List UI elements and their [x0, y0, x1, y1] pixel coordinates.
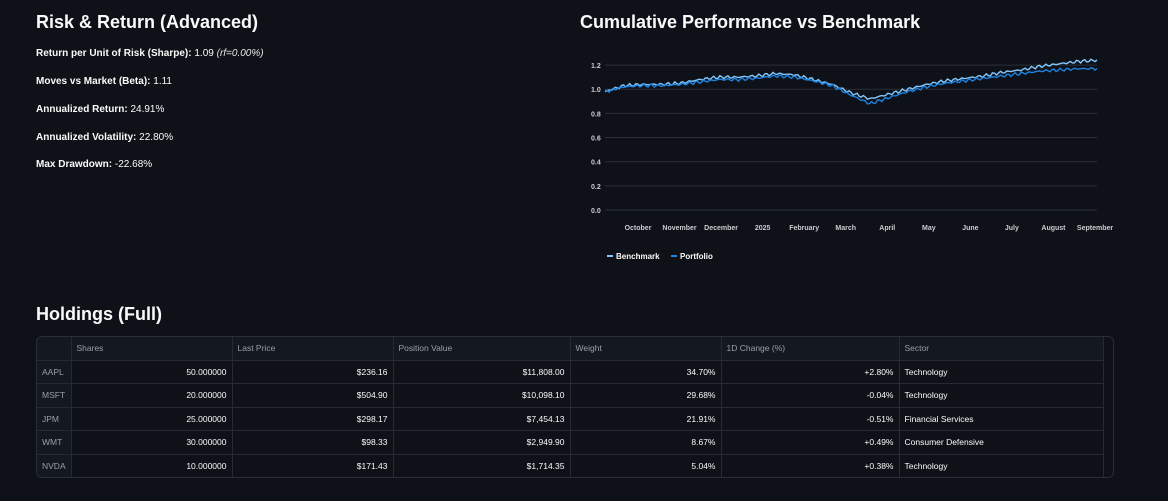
row-ticker: MSFT [37, 383, 72, 408]
table-cell: $7,454.13 [393, 407, 571, 431]
table-cell: +0.49% [721, 430, 900, 455]
x-tick-label: November [662, 225, 697, 232]
x-tick-label: March [835, 225, 856, 232]
table-cell: $298.17 [232, 407, 394, 431]
table-cell: $1,714.35 [393, 454, 571, 477]
sharpe-metric: Return per Unit of Risk (Sharpe): 1.09 (… [36, 48, 264, 59]
y-tick-label: 0.8 [591, 111, 601, 118]
table-cell: $2,949.90 [393, 430, 571, 455]
table-body: AAPL 50.000000 $236.16 $11,808.00 34.70% +2.8… [37, 360, 1104, 477]
column-header[interactable]: 1D Change (%) [721, 337, 900, 361]
table-cell: Technology [899, 454, 1104, 477]
annualized-volatility-label: Annualized Volatility: [36, 132, 137, 143]
x-tick-label: February [789, 225, 819, 232]
table-cell: 21.91% [570, 407, 722, 431]
x-tick-label: August [1041, 225, 1066, 232]
performance-chart[interactable]: 1.2 1.0 0.8 0.6 0.4 0.2 0.0 October November Dece… [575, 45, 1135, 270]
holdings-title: Holdings (Full) [36, 304, 162, 324]
table-cell: -0.51% [721, 407, 900, 431]
x-tick-label: July [1005, 225, 1019, 232]
table-row[interactable]: MSFT 20.000000 $504.90 $10,098.10 29.68% -0.0… [37, 383, 1104, 408]
column-header[interactable]: Weight [570, 337, 722, 361]
table-row[interactable]: NVDA 10.000000 $171.43 $1,714.35 5.04% +0.38%… [37, 454, 1104, 477]
table-cell: 34.70% [570, 360, 722, 384]
holdings-table: Shares Last Price Position Value Weight 1D C… [37, 337, 1104, 477]
table-cell: $11,808.00 [393, 360, 571, 384]
legend-label[interactable]: Portfolio [680, 252, 713, 261]
table-row[interactable]: AAPL 50.000000 $236.16 $11,808.00 34.70% +2.8… [37, 360, 1104, 384]
table-cell: $504.90 [232, 383, 394, 408]
x-tick-label: September [1077, 225, 1113, 232]
table-cell: 50.000000 [71, 360, 233, 384]
y-tick-label: 1.0 [591, 87, 601, 94]
row-ticker: NVDA [37, 454, 72, 477]
series-line-portfolio[interactable] [604, 67, 1098, 105]
table-cell: $236.16 [232, 360, 394, 384]
sharpe-note: (rf=0.00%) [216, 48, 264, 59]
row-ticker: WMT [37, 430, 72, 455]
y-tick-label: 1.2 [591, 63, 601, 70]
annualized-return-label: Annualized Return: [36, 104, 128, 115]
table-cell: 30.000000 [71, 430, 233, 455]
table-cell: 20.000000 [71, 383, 233, 408]
x-tick-label: 2025 [755, 225, 771, 232]
beta-label: Moves vs Market (Beta): [36, 76, 151, 87]
table-cell: $98.33 [232, 430, 394, 455]
beta-value: 1.11 [153, 76, 172, 87]
max-drawdown-value: -22.68% [114, 159, 153, 170]
sharpe-value: 1.09 [194, 48, 214, 59]
table-cell: 5.04% [570, 454, 722, 477]
table-cell: 25.000000 [71, 407, 233, 431]
x-tick-label: June [962, 225, 978, 232]
x-tick-label: April [879, 225, 895, 232]
table-cell: +2.80% [721, 360, 900, 384]
y-tick-label: 0.0 [591, 208, 601, 215]
y-tick-label: 0.2 [591, 184, 601, 191]
row-ticker: AAPL [37, 360, 72, 384]
table-header-row: Shares Last Price Position Value Weight 1D C… [37, 337, 1104, 361]
table-cell: Consumer Defensive [899, 430, 1104, 455]
column-header[interactable]: Sector [899, 337, 1104, 361]
table-cell: 29.68% [570, 383, 722, 408]
x-tick-label: October [625, 225, 652, 232]
column-header[interactable]: Position Value [393, 337, 571, 361]
y-tick-label: 0.4 [591, 160, 601, 167]
table-cell: Financial Services [899, 407, 1104, 431]
table-row[interactable]: JPM 25.000000 $298.17 $7,454.13 21.91% -0.51%… [37, 407, 1104, 431]
table-cell: Technology [899, 360, 1104, 384]
table-cell: $10,098.10 [393, 383, 571, 408]
holdings-table-container[interactable]: Shares Last Price Position Value Weight 1D C… [36, 336, 1114, 478]
column-header[interactable]: Shares [71, 337, 233, 361]
annualized-volatility-metric: Annualized Volatility: 22.80% [36, 132, 173, 143]
max-drawdown-label: Max Drawdown: [36, 159, 113, 170]
table-cell: +0.38% [721, 454, 900, 477]
annualized-return-metric: Annualized Return: 24.91% [36, 104, 164, 115]
y-tick-label: 0.6 [591, 136, 601, 143]
annualized-volatility-value: 22.80% [139, 132, 174, 143]
row-ticker: JPM [37, 407, 72, 431]
x-tick-label: December [704, 225, 738, 232]
column-header[interactable]: Last Price [232, 337, 394, 361]
risk-return-title: Risk & Return (Advanced) [36, 12, 259, 32]
table-cell: 10.000000 [71, 454, 233, 477]
legend-label[interactable]: Benchmark [616, 252, 660, 261]
table-cell: -0.04% [721, 383, 900, 408]
beta-metric: Moves vs Market (Beta): 1.11 [36, 76, 172, 87]
table-cell: 8.67% [570, 430, 722, 455]
performance-title: Cumulative Performance vs Benchmark [580, 12, 921, 32]
table-cell: $171.43 [232, 454, 394, 477]
table-row[interactable]: WMT 30.000000 $98.33 $2,949.90 8.67% +0.49% Co… [37, 430, 1104, 455]
sharpe-label: Return per Unit of Risk (Sharpe): [36, 48, 192, 59]
max-drawdown-metric: Max Drawdown: -22.68% [36, 159, 152, 170]
column-header-index[interactable] [37, 337, 72, 361]
annualized-return-value: 24.91% [130, 104, 165, 115]
table-cell: Technology [899, 383, 1104, 408]
x-tick-label: May [922, 225, 936, 232]
